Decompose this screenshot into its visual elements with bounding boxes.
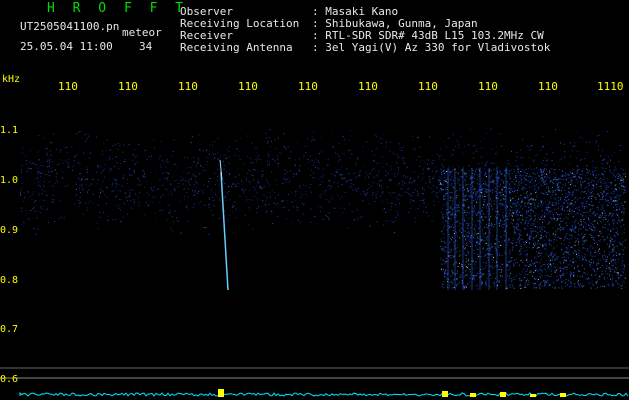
y-tick-label: 0.8 <box>0 275 19 286</box>
y-tick-label: 0.7 <box>0 324 19 335</box>
receiver-label: Receiver <box>180 29 233 42</box>
x-tick-label: 110 <box>478 80 498 93</box>
observer-value: : Masaki Kano <box>312 5 399 18</box>
x-tick-label: 110 <box>238 80 258 93</box>
plot-background <box>0 0 629 400</box>
detection-count: 34 <box>139 40 153 53</box>
file-name: UT2505041100.pn <box>20 20 120 33</box>
timestamp: 25.05.04 11:00 <box>20 40 113 53</box>
x-tick-label: 110 <box>298 80 318 93</box>
spectrogram-plot <box>0 0 629 400</box>
x-tick-label: 110 <box>538 80 558 93</box>
y-tick-label: 0.9 <box>0 225 19 236</box>
x-tick-label: 110 <box>358 80 378 93</box>
spectrogram-screen: { "header": { "brand": "H R O F F T", "f… <box>0 0 629 400</box>
y-tick-label: 0.6 <box>0 374 19 385</box>
x-tick-label: 110 <box>58 80 78 93</box>
location-value: : Shibukawa, Gunma, Japan <box>312 17 478 30</box>
antenna-value: : 3el Yagi(V) Az 330 for Vladivostok <box>312 41 551 54</box>
x-tick-label: 110 <box>418 80 438 93</box>
x-tick-label: 110 <box>118 80 138 93</box>
tag-label: meteor <box>122 26 162 39</box>
location-label: Receiving Location <box>180 17 300 30</box>
receiver-value: : RTL-SDR SDR# 43dB L15 103.2MHz CW <box>312 29 544 42</box>
x-tick-label: 110 <box>178 80 198 93</box>
brand-title: H R O F F T <box>47 1 189 16</box>
antenna-label: Receiving Antenna <box>180 41 293 54</box>
x-tick-label: 1110 <box>597 80 624 93</box>
y-axis-unit: kHz <box>2 74 21 85</box>
observer-label: Observer <box>180 5 233 18</box>
y-tick-label: 1.0 <box>0 175 19 186</box>
y-tick-label: 1.1 <box>0 125 19 136</box>
